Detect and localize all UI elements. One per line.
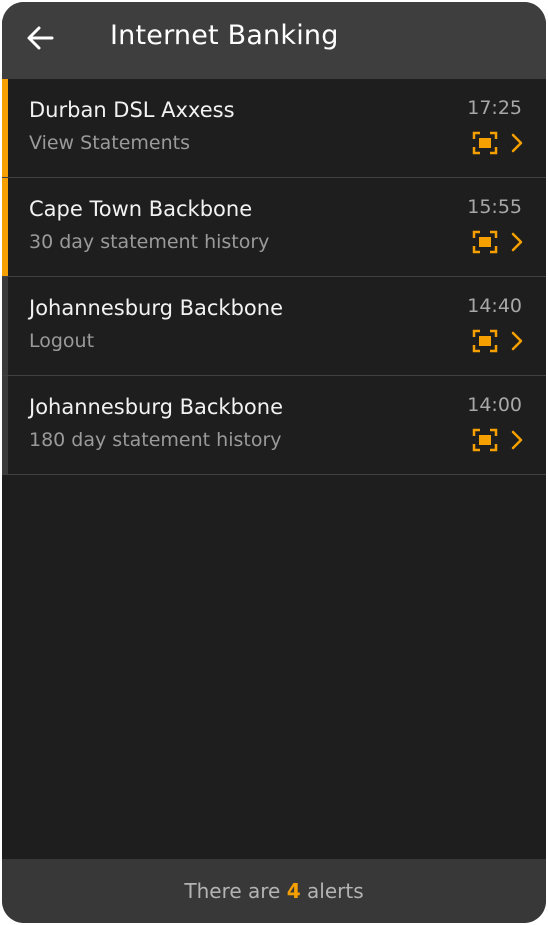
alert-subtitle: Logout	[29, 330, 95, 352]
alert-time: 14:00	[467, 394, 522, 416]
alert-accent-bar	[2, 376, 8, 474]
alerts-summary: There are 4 alerts	[2, 859, 546, 923]
alert-actions	[472, 131, 524, 155]
page-title: Internet Banking	[110, 20, 339, 51]
alert-row[interactable]: Johannesburg Backbone 180 day statement …	[2, 376, 546, 475]
app-screen: Internet Banking Durban DSL Axxess View …	[2, 2, 546, 923]
alert-row[interactable]: Cape Town Backbone 30 day statement hist…	[2, 178, 546, 277]
alert-accent-bar	[2, 277, 8, 375]
alert-title: Durban DSL Axxess	[29, 98, 235, 122]
focus-icon[interactable]	[472, 131, 498, 155]
alerts-summary-prefix: There are	[184, 879, 281, 903]
alert-subtitle: 180 day statement history	[29, 429, 282, 451]
alert-row[interactable]: Johannesburg Backbone Logout 14:40	[2, 277, 546, 376]
alert-title: Johannesburg Backbone	[29, 296, 283, 320]
alert-subtitle: View Statements	[29, 132, 191, 154]
alert-actions	[472, 329, 524, 353]
alert-time: 14:40	[467, 295, 522, 317]
alert-subtitle: 30 day statement history	[29, 231, 270, 253]
alert-time: 15:55	[467, 196, 522, 218]
alert-title: Cape Town Backbone	[29, 197, 253, 221]
focus-icon[interactable]	[472, 329, 498, 353]
focus-icon[interactable]	[472, 428, 498, 452]
back-button[interactable]	[20, 18, 60, 58]
alert-title: Johannesburg Backbone	[29, 395, 283, 419]
alert-accent-bar	[2, 79, 8, 177]
chevron-right-icon[interactable]	[510, 231, 524, 253]
alerts-summary-suffix: alerts	[307, 879, 364, 903]
alert-time: 17:25	[467, 97, 522, 119]
chevron-right-icon[interactable]	[510, 330, 524, 352]
alert-row[interactable]: Durban DSL Axxess View Statements 17:25	[2, 79, 546, 178]
focus-icon[interactable]	[472, 230, 498, 254]
chevron-right-icon[interactable]	[510, 429, 524, 451]
app-header: Internet Banking	[2, 2, 546, 79]
alert-actions	[472, 230, 524, 254]
alert-list: Durban DSL Axxess View Statements 17:25 …	[2, 79, 546, 475]
alerts-count: 4	[286, 879, 301, 903]
alert-accent-bar	[2, 178, 8, 276]
chevron-right-icon[interactable]	[510, 132, 524, 154]
alert-actions	[472, 428, 524, 452]
arrow-left-icon	[27, 26, 54, 50]
